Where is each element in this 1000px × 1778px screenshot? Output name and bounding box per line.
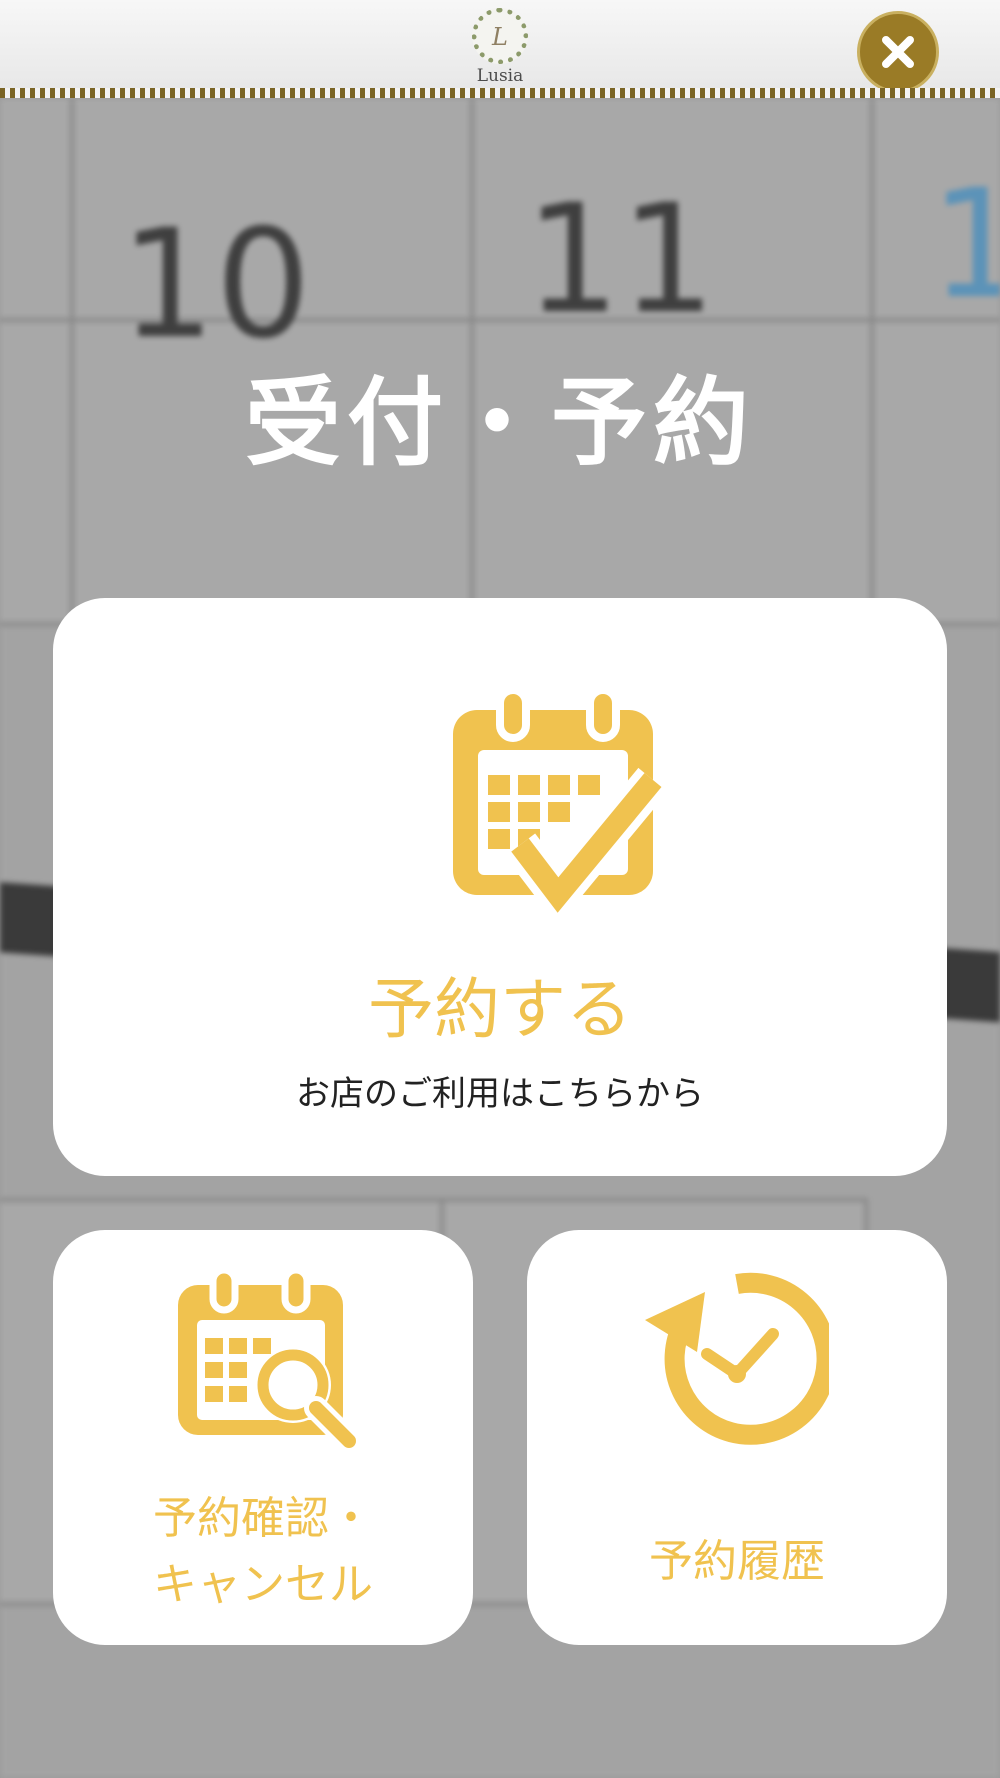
confirm-cancel-label-line2: キャンセル: [153, 1559, 373, 1610]
reserve-label: 予約する: [368, 971, 632, 1048]
calendar-check-icon: [453, 690, 668, 914]
history-clock-icon: [645, 1272, 829, 1445]
lusia-logo: Lusia: [470, 8, 530, 92]
calendar-search-icon: [178, 1270, 363, 1450]
confirm-cancel-card-button[interactable]: 予約確認・ キャンセル: [53, 1230, 473, 1645]
logo-text: Lusia: [476, 66, 524, 86]
confirm-cancel-label: 予約確認・ キャンセル: [53, 1486, 473, 1618]
logo-emblem-icon: [472, 8, 528, 64]
reserve-card-button[interactable]: 予約する お店のご利用はこちらから: [53, 598, 947, 1176]
reserve-sublabel: お店のご利用はこちらから: [296, 1074, 704, 1114]
page-title: 受付・予約: [245, 367, 755, 479]
history-card-button[interactable]: 予約履歴: [527, 1230, 947, 1645]
confirm-cancel-label-line1: 予約確認・: [153, 1493, 373, 1544]
history-label: 予約履歴: [649, 1536, 825, 1587]
header-border: [0, 88, 1000, 98]
close-icon: [882, 36, 914, 68]
app-header: Lusia: [0, 0, 1000, 98]
close-button[interactable]: [857, 11, 939, 93]
